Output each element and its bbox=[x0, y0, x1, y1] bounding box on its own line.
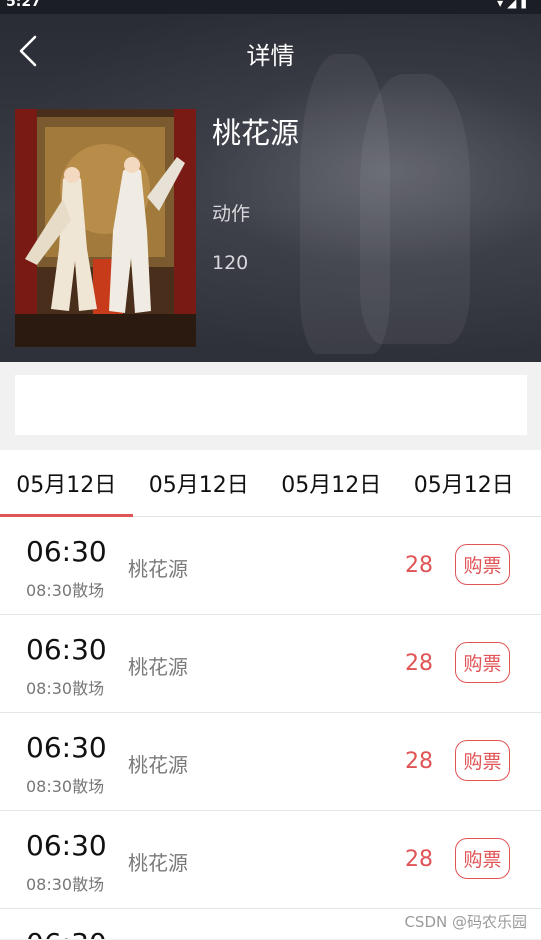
start-time: 06:30 bbox=[26, 927, 107, 939]
signal-icon: ◢ bbox=[507, 0, 521, 10]
battery-icon: ▮ bbox=[520, 0, 531, 10]
end-time: 08:30散场 bbox=[26, 777, 105, 796]
start-time: 06:30 bbox=[26, 731, 107, 764]
start-time: 06:30 bbox=[26, 829, 107, 862]
date-tab[interactable]: 05月12日 bbox=[398, 450, 531, 516]
page-title: 详情 bbox=[246, 42, 295, 70]
buy-ticket-button[interactable]: 购票 bbox=[455, 642, 510, 683]
showtime-list: 06:30 08:30散场 桃花源 28 购票 06:30 08:30散场 桃花… bbox=[0, 517, 541, 939]
movie-name: 桃花源 bbox=[212, 116, 300, 150]
showtime-row: 06:30 08:30散场 桃花源 28 购票 bbox=[0, 615, 541, 713]
end-time: 08:30散场 bbox=[26, 679, 105, 698]
end-time: 08:30散场 bbox=[26, 875, 105, 894]
date-tab[interactable]: 05月12日 bbox=[0, 450, 133, 517]
status-icons: ▾◢▮ bbox=[497, 0, 531, 10]
movie-genre: 动作 bbox=[212, 203, 251, 225]
ticket-price: 28 bbox=[405, 847, 433, 872]
buy-ticket-button[interactable]: 购票 bbox=[455, 838, 510, 879]
ticket-price: 28 bbox=[405, 553, 433, 578]
showtime-title: 桃花源 bbox=[128, 557, 188, 581]
hero-backdrop-figure bbox=[360, 74, 470, 344]
movie-poster bbox=[15, 109, 196, 347]
date-tabs: 05月12日 05月12日 05月12日 05月12日 bbox=[0, 450, 541, 517]
date-tab[interactable]: 05月12日 bbox=[133, 450, 266, 516]
watermark: CSDN @码农乐园 bbox=[404, 913, 527, 931]
showtime-row: 06:30 08:30散场 桃花源 28 购票 bbox=[0, 811, 541, 909]
showtime-title: 桃花源 bbox=[128, 753, 188, 777]
buy-ticket-button[interactable]: 购票 bbox=[455, 544, 510, 585]
showtime-title: 桃花源 bbox=[128, 851, 188, 875]
status-time: 5:27 bbox=[6, 0, 41, 10]
showtime-row: 06:30 08:30散场 桃花源 28 购票 bbox=[0, 517, 541, 615]
info-card bbox=[15, 375, 527, 435]
movie-duration: 120 bbox=[212, 252, 249, 274]
status-bar: 5:27 ▾◢▮ bbox=[0, 0, 541, 14]
showtime-row: 06:30 08:30散场 桃花源 28 购票 bbox=[0, 713, 541, 811]
wifi-icon: ▾ bbox=[497, 0, 508, 10]
ticket-price: 28 bbox=[405, 749, 433, 774]
start-time: 06:30 bbox=[26, 535, 107, 568]
start-time: 06:30 bbox=[26, 633, 107, 666]
end-time: 08:30散场 bbox=[26, 581, 105, 600]
showtime-title: 桃花源 bbox=[128, 655, 188, 679]
ticket-price: 28 bbox=[405, 651, 433, 676]
buy-ticket-button[interactable]: 购票 bbox=[455, 740, 510, 781]
date-tab[interactable]: 05月12日 bbox=[265, 450, 398, 516]
top-bar: 详情 bbox=[0, 14, 541, 88]
